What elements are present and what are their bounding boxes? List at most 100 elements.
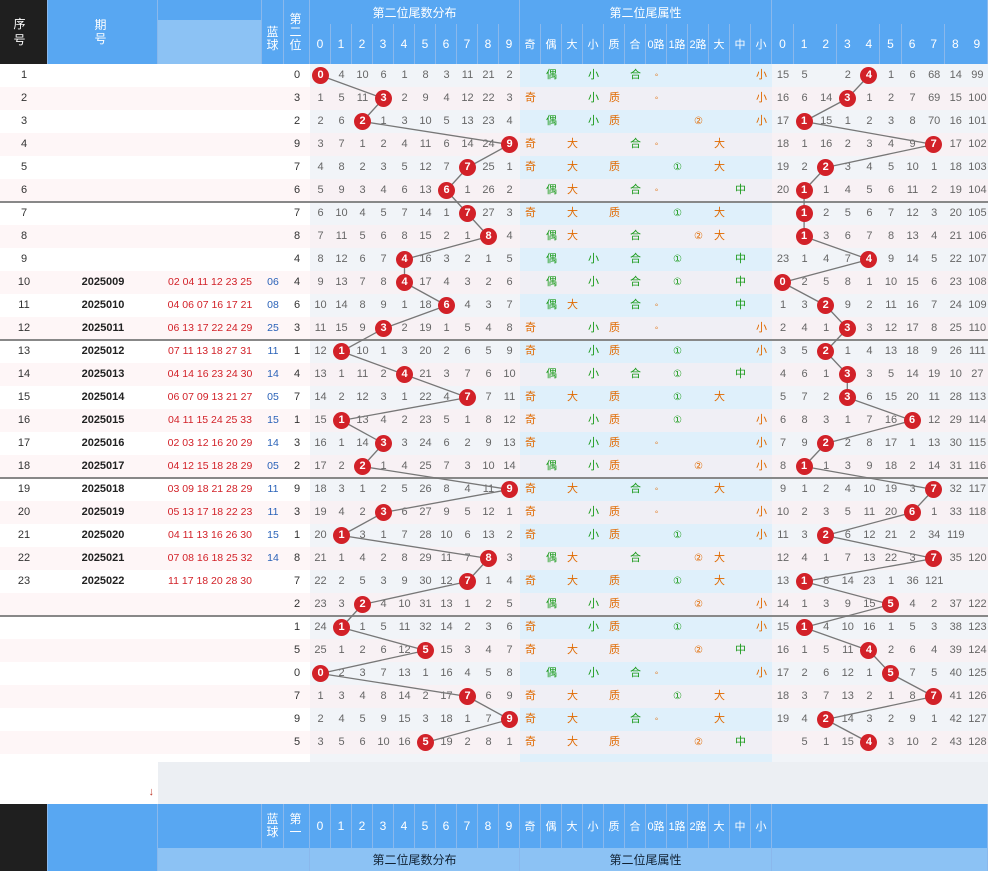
col-digit-header[interactable]: 第二位 <box>284 0 310 64</box>
row-issue[interactable] <box>48 685 158 708</box>
footer-digit[interactable]: 第一 <box>284 804 310 848</box>
dropdown-row[interactable]: ↓ <box>0 784 158 805</box>
row-issue[interactable]: 2025012 <box>48 340 158 363</box>
footer-digit-7[interactable]: 7 <box>457 804 478 848</box>
footer-attr-4[interactable]: 质 <box>604 804 625 848</box>
row-issue[interactable] <box>48 179 158 202</box>
dist-cell: 9 <box>401 575 408 587</box>
footer-digit-8[interactable]: 8 <box>478 804 499 848</box>
attr-header-0[interactable]: 奇 <box>520 24 541 64</box>
right-digit-header-2[interactable]: 2 <box>815 24 838 64</box>
right-digit-header-1[interactable]: 1 <box>793 24 816 64</box>
right-digit-header-8[interactable]: 8 <box>944 24 967 64</box>
attr-header-6[interactable]: 0路 <box>646 24 667 64</box>
row-issue[interactable] <box>48 593 158 616</box>
attr-header-9[interactable]: 大 <box>709 24 730 64</box>
digit-header-8[interactable]: 8 <box>478 24 499 64</box>
dist-cell: 5 <box>443 115 450 127</box>
footer-digit-2[interactable]: 2 <box>352 804 373 848</box>
right-cell: 15 <box>776 621 790 633</box>
dist-cell: 5 <box>506 598 513 610</box>
row-issue[interactable]: 2025015 <box>48 409 158 432</box>
right-digit-header-6[interactable]: 6 <box>901 24 924 64</box>
row-issue[interactable] <box>48 64 158 87</box>
footer-digit-6[interactable]: 6 <box>436 804 457 848</box>
row-issue[interactable]: 2025022 <box>48 570 158 593</box>
attr-header-4[interactable]: 质 <box>604 24 625 64</box>
footer-attr-2[interactable]: 大 <box>562 804 583 848</box>
row-issue[interactable]: 2025018 <box>48 478 158 501</box>
row-numbers <box>158 248 262 271</box>
footer-digit-3[interactable]: 3 <box>373 804 394 848</box>
dist-cell: 3 <box>506 92 513 104</box>
row-issue[interactable] <box>48 110 158 133</box>
row-issue[interactable] <box>48 639 158 662</box>
digit-header-4[interactable]: 4 <box>394 24 415 64</box>
row-issue[interactable]: 2025020 <box>48 524 158 547</box>
footer-attr-1[interactable]: 偶 <box>541 804 562 848</box>
digit-header-5[interactable]: 5 <box>415 24 436 64</box>
digit-header-1[interactable]: 1 <box>331 24 352 64</box>
digit-header-2[interactable]: 2 <box>352 24 373 64</box>
row-issue[interactable]: 2025021 <box>48 547 158 570</box>
row-issue[interactable] <box>48 87 158 110</box>
row-issue[interactable]: 2025017 <box>48 455 158 478</box>
attr-header-8[interactable]: 2路 <box>688 24 709 64</box>
digit-header-9[interactable]: 9 <box>499 24 520 64</box>
footer-attr-9[interactable]: 大 <box>709 804 730 848</box>
footer-attr-0[interactable]: 奇 <box>520 804 541 848</box>
attr-header-10[interactable]: 中 <box>730 24 751 64</box>
row-issue[interactable]: 2025009 <box>48 271 158 294</box>
footer-attr-6[interactable]: 0路 <box>646 804 667 848</box>
row-issue[interactable]: 2025019 <box>48 501 158 524</box>
attr-header-2[interactable]: 大 <box>562 24 583 64</box>
row-issue[interactable]: 2025011 <box>48 317 158 340</box>
row-issue[interactable] <box>48 202 158 225</box>
footer-blue[interactable]: 蓝球 <box>262 804 284 848</box>
right-digit-header-0[interactable]: 0 <box>772 24 794 64</box>
row-issue[interactable] <box>48 662 158 685</box>
footer-attr-5[interactable]: 合 <box>625 804 646 848</box>
footer-digit-0[interactable]: 0 <box>310 804 331 848</box>
digit-header-6[interactable]: 6 <box>436 24 457 64</box>
footer-attr-11[interactable]: 小 <box>751 804 772 848</box>
right-digit-header-3[interactable]: 3 <box>836 24 859 64</box>
attr-range: 大 <box>714 552 725 564</box>
attr-header-7[interactable]: 1路 <box>667 24 688 64</box>
digit-header-3[interactable]: 3 <box>373 24 394 64</box>
col-issue-header[interactable]: 期号 <box>48 0 158 64</box>
row-issue[interactable] <box>48 248 158 271</box>
row-issue[interactable] <box>48 708 158 731</box>
row-issue[interactable]: 2025013 <box>48 363 158 386</box>
footer-digit-9[interactable]: 9 <box>499 804 520 848</box>
footer-digit-1[interactable]: 1 <box>331 804 352 848</box>
right-digit-header-5[interactable]: 5 <box>880 24 902 64</box>
footer-digit-5[interactable]: 5 <box>415 804 436 848</box>
dist-cell: 5 <box>401 483 408 495</box>
attr-header-5[interactable]: 合 <box>625 24 646 64</box>
footer-attr-8[interactable]: 2路 <box>688 804 709 848</box>
right-digit-header-4[interactable]: 4 <box>858 24 881 64</box>
attr-header-1[interactable]: 偶 <box>541 24 562 64</box>
right-digit-header-9[interactable]: 9 <box>966 24 988 64</box>
col-blue-header[interactable]: 蓝球 <box>262 0 284 64</box>
row-issue[interactable] <box>48 616 158 639</box>
row-issue[interactable] <box>48 731 158 754</box>
col-index-header[interactable]: 序号 <box>0 0 48 64</box>
row-issue[interactable]: 2025010 <box>48 294 158 317</box>
row-issue[interactable]: 2025016 <box>48 432 158 455</box>
digit-header-7[interactable]: 7 <box>457 24 478 64</box>
footer-attr-10[interactable]: 中 <box>730 804 751 848</box>
attr-header-3[interactable]: 小 <box>583 24 604 64</box>
row-issue[interactable] <box>48 133 158 156</box>
chevron-down-icon[interactable]: ↓ <box>149 786 155 798</box>
attr-header-11[interactable]: 小 <box>751 24 772 64</box>
footer-attr-3[interactable]: 小 <box>583 804 604 848</box>
row-issue[interactable] <box>48 225 158 248</box>
row-issue[interactable] <box>48 156 158 179</box>
right-digit-header-7[interactable]: 7 <box>923 24 946 64</box>
footer-digit-4[interactable]: 4 <box>394 804 415 848</box>
row-issue[interactable]: 2025014 <box>48 386 158 409</box>
footer-attr-7[interactable]: 1路 <box>667 804 688 848</box>
digit-header-0[interactable]: 0 <box>310 24 331 64</box>
